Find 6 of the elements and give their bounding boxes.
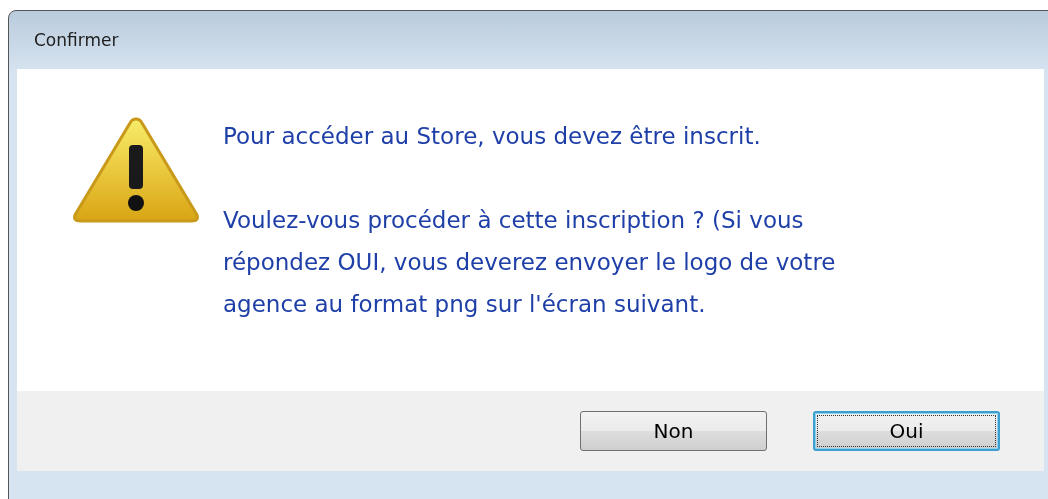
no-button[interactable]: Non [580,411,767,451]
message-text: Pour accéder au Store, vous devez être inscrit. [223,122,762,151]
message-text: Voulez-vous procéder à cette inscription ? (Si vous répondez OUI, vous deverez envoyer le logo de votre agence au format png sur l'écran suivant. [223,206,836,319]
warning-icon [71,115,201,225]
yes-button[interactable]: Oui [813,411,1000,451]
window-title: Confirmer [34,30,119,50]
